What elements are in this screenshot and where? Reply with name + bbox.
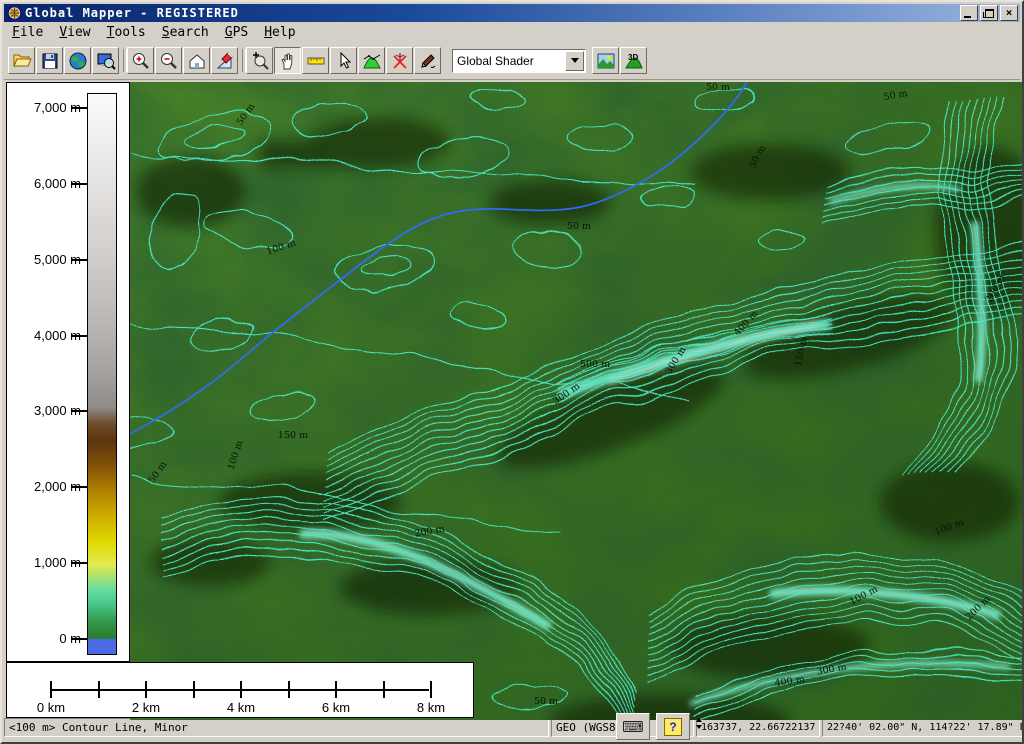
svg-text:500 m: 500 m (580, 359, 610, 370)
landscape-picture-icon (596, 51, 616, 71)
toolbar-separator (239, 47, 246, 74)
gps-antenna-x-icon (390, 51, 410, 71)
status-position: 163737, 22.66722137 ) (696, 718, 820, 737)
view-3d-button[interactable]: 3D (620, 47, 647, 74)
ime-help-button[interactable]: ? (656, 713, 690, 740)
menu-file[interactable]: File (4, 24, 51, 41)
close-button[interactable]: × (1000, 5, 1018, 21)
zoom-out-icon (159, 51, 179, 71)
scale-label: 2 km (122, 700, 170, 715)
menu-help[interactable]: Help (256, 24, 303, 41)
gps-tool-button[interactable] (386, 47, 413, 74)
help-icon: ? (664, 718, 682, 736)
view-3d-icon: 3D (624, 51, 644, 71)
legend-tick-label: 3,000 m (11, 403, 81, 418)
menu-search[interactable]: Search (154, 24, 217, 41)
legend-tick-label: 2,000 m (11, 479, 81, 494)
ime-toolbar: ⌨ ? (616, 713, 702, 740)
open-folder-icon (12, 51, 32, 71)
zoom-out-button[interactable] (155, 47, 182, 74)
chevron-down-icon (571, 58, 579, 67)
open-button[interactable] (8, 47, 35, 74)
path-profile-setup-button[interactable] (211, 47, 238, 74)
restore-button[interactable] (980, 5, 998, 21)
zoom-in-icon (131, 51, 151, 71)
shader-select[interactable]: Global Shader (452, 49, 586, 73)
floppy-icon (40, 51, 60, 71)
cursor-arrow-icon (334, 51, 354, 71)
svg-text:50 m: 50 m (534, 696, 558, 707)
svg-text:3D: 3D (628, 53, 638, 62)
scale-tick (288, 681, 290, 698)
spin-up-icon (696, 715, 702, 722)
scale-tick (335, 681, 337, 698)
save-button[interactable] (36, 47, 63, 74)
scale-label: 8 km (407, 700, 455, 715)
scale-tick (430, 681, 432, 698)
elevation-gradient-bar (87, 93, 117, 655)
home-icon (187, 51, 207, 71)
scale-tick (50, 681, 52, 698)
svg-text:50 m: 50 m (706, 82, 730, 93)
scale-tick (240, 681, 242, 698)
zoom-tool-button[interactable] (246, 47, 273, 74)
scale-tick (145, 681, 147, 698)
global-mapper-window: Global Mapper - REGISTERED × FileViewToo… (0, 0, 1024, 744)
scale-tick (383, 681, 385, 698)
legend-tick-label: 6,000 m (11, 176, 81, 191)
tool-bar: Global Shader 3D (4, 42, 1020, 80)
legend-tick-label: 5,000 m (11, 252, 81, 267)
pan-tool-button[interactable] (274, 47, 301, 74)
app-icon (7, 6, 22, 20)
minimize-button[interactable] (960, 5, 978, 21)
texture-map-button[interactable] (592, 47, 619, 74)
menu-tools[interactable]: Tools (99, 24, 154, 41)
measure-tool-button[interactable] (302, 47, 329, 74)
shader-select-dropdown-button[interactable] (565, 51, 584, 71)
shader-select-value: Global Shader (453, 54, 564, 68)
minimize-icon (964, 16, 971, 18)
map-view[interactable]: 50 m100 m50 m50 m50 m50 m150 m100 m50 m3… (130, 82, 1024, 720)
pencil-icon (418, 51, 438, 71)
full-view-button[interactable] (183, 47, 210, 74)
legend-tick-label: 1,000 m (11, 555, 81, 570)
status-latlon: 22?40' 02.00" N, 114?22' 17.89" E (822, 718, 1024, 737)
ruler-icon (306, 51, 326, 71)
menu-view[interactable]: View (51, 24, 98, 41)
hand-icon (278, 51, 298, 71)
legend-tick-label: 7,000 m (11, 100, 81, 115)
globe-icon (68, 51, 88, 71)
zoom-in-button[interactable] (127, 47, 154, 74)
restore-icon (985, 9, 994, 18)
overlay-control-button[interactable] (92, 47, 119, 74)
ime-spinner[interactable] (696, 715, 702, 732)
elevation-legend: 7,000 m 6,000 m 5,000 m 4,000 m 3,000 m 2,000… (6, 82, 130, 662)
scale-tick (193, 681, 195, 698)
scale-label: 6 km (312, 700, 360, 715)
scale-label: 4 km (217, 700, 265, 715)
scale-tick (98, 681, 100, 698)
scale-bar: 0 km 2 km 4 km 6 km 8 km (6, 662, 474, 718)
title-bar: Global Mapper - REGISTERED × (4, 4, 1020, 22)
zoom-tool-icon (250, 51, 270, 71)
menu-bar: FileViewToolsSearchGPSHelp (4, 22, 1020, 42)
legend-tick-label: 4,000 m (11, 328, 81, 343)
profile-tool-button[interactable] (358, 47, 385, 74)
feature-info-tool-button[interactable] (330, 47, 357, 74)
keyboard-button[interactable]: ⌨ (616, 713, 650, 740)
monitor-magnifier-icon (96, 51, 116, 71)
terrain-path-icon (362, 51, 382, 71)
svg-text:150 m: 150 m (278, 430, 308, 441)
spin-down-icon (696, 725, 702, 732)
svg-text:50 m: 50 m (567, 221, 591, 232)
digitizer-tool-button[interactable] (414, 47, 441, 74)
toolbar-separator (120, 47, 127, 74)
load-web-button[interactable] (64, 47, 91, 74)
window-title: Global Mapper - REGISTERED (25, 6, 958, 20)
menu-gps[interactable]: GPS (217, 24, 256, 41)
triangle-ruler-pencil-icon (215, 51, 235, 71)
scale-label: 0 km (27, 700, 75, 715)
status-tool-hint: <100 m> Contour Line, Minor (4, 718, 549, 737)
legend-tick-label: 0 m (11, 631, 81, 646)
